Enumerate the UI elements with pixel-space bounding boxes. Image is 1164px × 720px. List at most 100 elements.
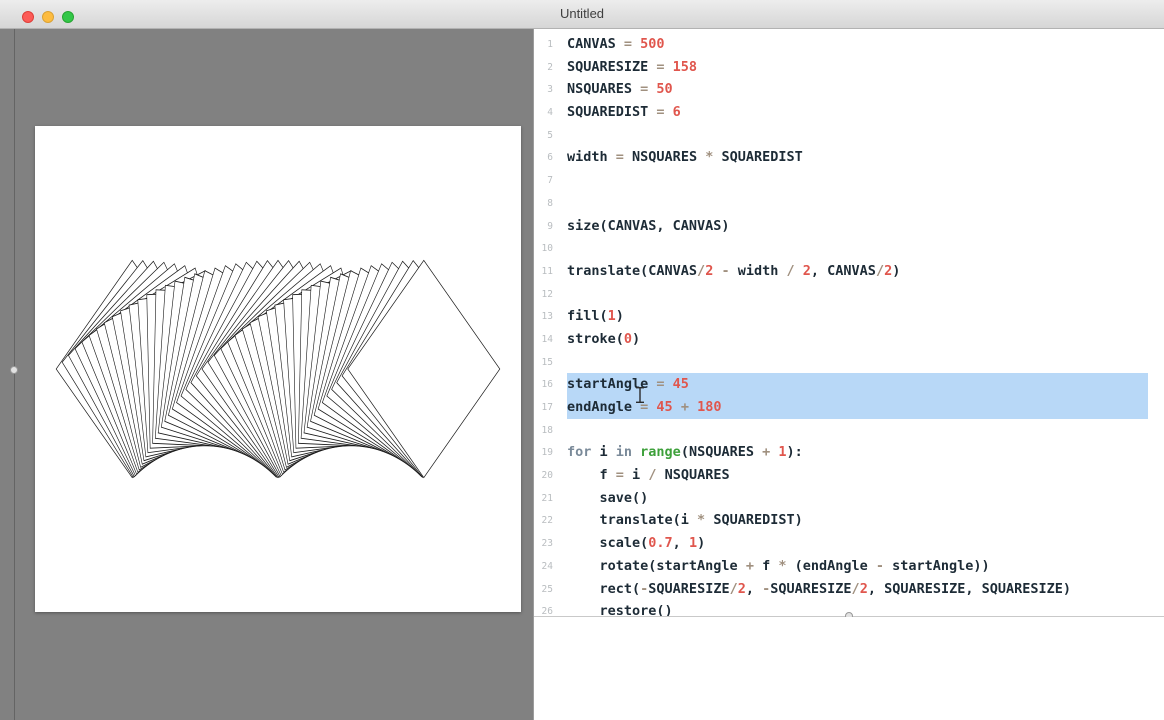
code-token: rect( bbox=[567, 581, 640, 597]
code-line[interactable]: 1CANVAS = 500 bbox=[534, 33, 1164, 56]
code-line[interactable]: 24 rotate(startAngle + f * (endAngle - s… bbox=[534, 555, 1164, 578]
code-line[interactable]: 23 scale(0.7, 1) bbox=[534, 532, 1164, 555]
code-token: width bbox=[567, 149, 616, 165]
code-token: * bbox=[705, 149, 721, 165]
code-line[interactable]: 16startAngle = 45 bbox=[534, 373, 1164, 396]
code-token: 500 bbox=[640, 36, 664, 52]
pane-divider[interactable] bbox=[533, 29, 534, 720]
code-line[interactable]: 11translate(CANVAS/2 - width / 2, CANVAS… bbox=[534, 260, 1164, 283]
code-token: NSQUARES bbox=[567, 81, 640, 97]
code-token: startAngle)) bbox=[892, 558, 990, 574]
code-token: 50 bbox=[656, 81, 672, 97]
code-line[interactable]: 25 rect(-SQUARESIZE/2, -SQUARESIZE/2, SQ… bbox=[534, 578, 1164, 601]
code-token: CANVAS bbox=[567, 36, 624, 52]
left-splitter-handle[interactable] bbox=[10, 366, 18, 374]
code-token: rotate(startAngle bbox=[567, 558, 746, 574]
code-token: SQUAREDIST) bbox=[713, 512, 802, 528]
code-token: translate(i bbox=[567, 512, 697, 528]
code-token: 2 bbox=[738, 581, 746, 597]
code-token: = bbox=[656, 104, 672, 120]
line-number: 2 bbox=[534, 56, 558, 79]
code-token: SQUAREDIST bbox=[567, 104, 656, 120]
zoom-button[interactable] bbox=[62, 11, 74, 23]
line-number: 6 bbox=[534, 146, 558, 169]
code-token: + bbox=[746, 558, 762, 574]
code-line[interactable]: 22 translate(i * SQUAREDIST) bbox=[534, 509, 1164, 532]
code-line[interactable]: 12 bbox=[534, 283, 1164, 306]
code-token: translate(CANVAS bbox=[567, 263, 697, 279]
code-line[interactable]: 10 bbox=[534, 237, 1164, 260]
code-token: = bbox=[640, 81, 656, 97]
code-token: fill( bbox=[567, 308, 608, 324]
editor-pane: 1CANVAS = 5002SQUARESIZE = 1583NSQUARES … bbox=[534, 29, 1164, 720]
code-token: / bbox=[648, 467, 664, 483]
minimize-button[interactable] bbox=[42, 11, 54, 23]
code-line[interactable]: 9 size(CANVAS, CANVAS) bbox=[534, 215, 1164, 238]
code-text bbox=[567, 192, 1148, 215]
code-line[interactable]: 4SQUAREDIST = 6 bbox=[534, 101, 1164, 124]
line-number: 4 bbox=[534, 101, 558, 124]
line-number: 25 bbox=[534, 578, 558, 601]
line-number: 9 bbox=[534, 215, 558, 238]
code-line[interactable]: 17 endAngle = 45 + 180 bbox=[534, 396, 1164, 419]
code-token: in bbox=[616, 444, 640, 460]
traffic-lights bbox=[22, 11, 74, 23]
code-line[interactable]: 18 bbox=[534, 419, 1164, 442]
line-number: 7 bbox=[534, 169, 558, 192]
code-text: rect(-SQUARESIZE/2, -SQUARESIZE/2, SQUAR… bbox=[567, 578, 1148, 601]
code-token: i bbox=[600, 444, 616, 460]
code-text bbox=[567, 237, 1148, 260]
line-number: 23 bbox=[534, 532, 558, 555]
code-line[interactable]: 5 bbox=[534, 124, 1164, 147]
code-line[interactable]: 15 bbox=[534, 351, 1164, 374]
line-number: 20 bbox=[534, 464, 558, 487]
line-number: 26 bbox=[534, 600, 558, 616]
title-bar: Untitled bbox=[0, 0, 1164, 29]
code-editor[interactable]: 1CANVAS = 5002SQUARESIZE = 1583NSQUARES … bbox=[534, 29, 1164, 616]
code-line[interactable]: 13fill(1) bbox=[534, 305, 1164, 328]
code-text: NSQUARES = 50 bbox=[567, 78, 1148, 101]
code-token: 1 bbox=[608, 308, 616, 324]
code-text: for i in range(NSQUARES + 1): bbox=[567, 441, 1148, 464]
code-token: / bbox=[697, 263, 705, 279]
code-line[interactable]: 20 f = i / NSQUARES bbox=[534, 464, 1164, 487]
code-token: = bbox=[616, 149, 632, 165]
code-token: = bbox=[616, 467, 632, 483]
code-token: 45 bbox=[656, 399, 680, 415]
code-token: ) bbox=[632, 331, 640, 347]
code-line[interactable]: 21 save() bbox=[534, 487, 1164, 510]
code-text: translate(i * SQUAREDIST) bbox=[567, 509, 1148, 532]
code-text: SQUARESIZE = 158 bbox=[567, 56, 1148, 79]
left-pane-divider[interactable] bbox=[14, 29, 15, 720]
code-token: 180 bbox=[697, 399, 721, 415]
code-text bbox=[567, 124, 1148, 147]
window-title: Untitled bbox=[0, 0, 1164, 28]
code-text: width = NSQUARES * SQUAREDIST bbox=[567, 146, 1148, 169]
code-token: 0.7 bbox=[648, 535, 672, 551]
line-number: 15 bbox=[534, 351, 558, 374]
drawing-canvas bbox=[35, 126, 521, 612]
code-text: stroke(0) bbox=[567, 328, 1148, 351]
code-line[interactable]: 6 width = NSQUARES * SQUAREDIST bbox=[534, 146, 1164, 169]
line-number: 24 bbox=[534, 555, 558, 578]
code-line[interactable]: 8 bbox=[534, 192, 1164, 215]
code-text: endAngle = 45 + 180 bbox=[567, 396, 1148, 419]
code-line[interactable]: 7 bbox=[534, 169, 1164, 192]
line-number: 21 bbox=[534, 487, 558, 510]
line-number: 14 bbox=[534, 328, 558, 351]
console-output[interactable] bbox=[534, 617, 1164, 720]
line-number: 17 bbox=[534, 396, 558, 419]
code-line[interactable]: 2 SQUARESIZE = 158 bbox=[534, 56, 1164, 79]
code-token: endAngle bbox=[567, 399, 640, 415]
code-token: size(CANVAS, CANVAS) bbox=[567, 218, 730, 234]
code-token: = bbox=[656, 59, 672, 75]
line-number: 10 bbox=[534, 237, 558, 260]
close-button[interactable] bbox=[22, 11, 34, 23]
code-line[interactable]: 3NSQUARES = 50 bbox=[534, 78, 1164, 101]
code-line[interactable]: 14 stroke(0) bbox=[534, 328, 1164, 351]
code-token: f bbox=[762, 558, 778, 574]
code-token: for bbox=[567, 444, 600, 460]
code-line[interactable]: 19 for i in range(NSQUARES + 1): bbox=[534, 441, 1164, 464]
code-text: startAngle = 45 bbox=[567, 373, 1148, 396]
line-number: 19 bbox=[534, 441, 558, 464]
